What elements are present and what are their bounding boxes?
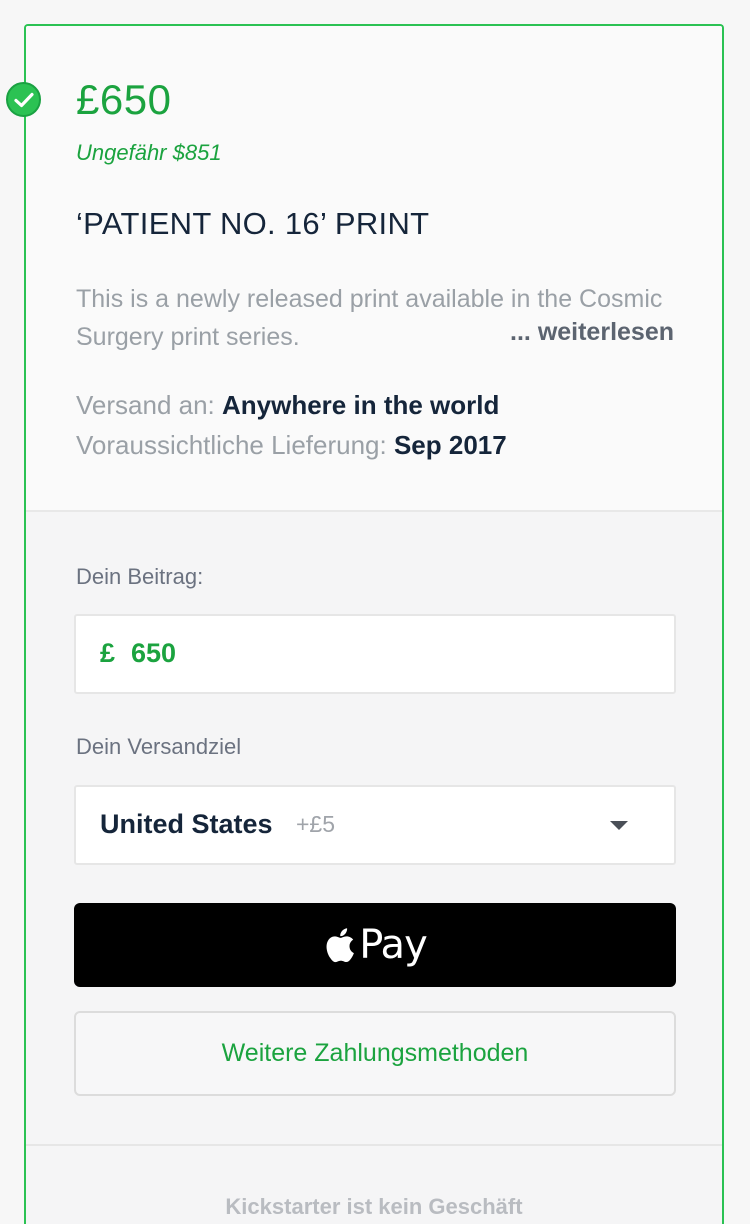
pledge-amount-input[interactable]: £ 650 bbox=[74, 614, 676, 694]
delivery-value: Sep 2017 bbox=[393, 430, 507, 460]
apple-logo-icon bbox=[326, 928, 355, 963]
caret-down-icon bbox=[610, 821, 628, 830]
footer-divider bbox=[26, 1144, 722, 1146]
shipping-label: Versand an: bbox=[76, 390, 222, 420]
reward-card[interactable]: £650 Ungefähr $851 ‘PATIENT NO. 16’ PRIN… bbox=[24, 24, 724, 1224]
apple-pay-button[interactable]: Pay bbox=[74, 903, 676, 987]
delivery-info: Voraussichtliche Lieferung: Sep 2017 bbox=[76, 430, 507, 461]
shipping-destination-select[interactable]: United States +£5 bbox=[74, 785, 676, 865]
selected-country: United States bbox=[100, 809, 273, 839]
other-payment-methods-button[interactable]: Weitere Zahlungsmethoden bbox=[74, 1011, 676, 1096]
destination-label: Dein Versandziel bbox=[76, 734, 242, 759]
delivery-label: Voraussichtliche Lieferung: bbox=[76, 430, 394, 460]
description-fade bbox=[386, 316, 486, 356]
shipping-surcharge: +£5 bbox=[296, 811, 336, 837]
reward-approx-price: Ungefähr $851 bbox=[76, 140, 222, 165]
reward-title: ‘PATIENT NO. 16’ PRINT bbox=[76, 206, 430, 241]
currency-symbol: £ bbox=[100, 638, 116, 668]
apple-pay-label: Pay bbox=[359, 922, 428, 968]
footer-notice: Kickstarter ist kein Geschäft bbox=[225, 1194, 523, 1219]
pledge-amount-value[interactable]: 650 bbox=[131, 638, 176, 669]
reward-summary: £650 Ungefähr $851 ‘PATIENT NO. 16’ PRIN… bbox=[26, 26, 722, 512]
reward-price: £650 bbox=[76, 76, 172, 123]
checkmark-glyph bbox=[13, 92, 34, 107]
pledge-form: Dein Beitrag: £ 650 Dein Versandziel Uni… bbox=[26, 512, 722, 1224]
read-more-link[interactable]: ... weiterlesen bbox=[506, 318, 674, 347]
amount-label: Dein Beitrag: bbox=[76, 564, 204, 589]
shipping-value: Anywhere in the world bbox=[222, 390, 500, 420]
shipping-info: Versand an: Anywhere in the world bbox=[76, 390, 499, 421]
check-circle-icon bbox=[6, 82, 41, 117]
